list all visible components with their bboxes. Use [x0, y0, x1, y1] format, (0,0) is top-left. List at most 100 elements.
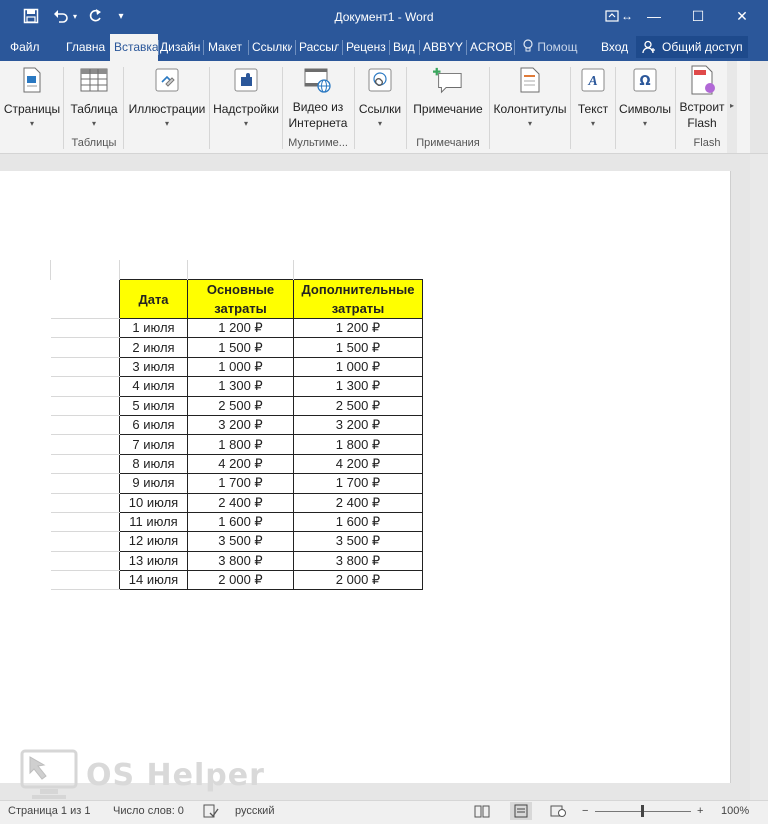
cell-date[interactable]: 9 июля [119, 473, 188, 494]
tab-abbyy[interactable]: ABBYY [423, 34, 465, 61]
tab-view[interactable]: Вид [393, 34, 417, 61]
cell-extra-cost[interactable]: 1 600 ₽ [293, 511, 423, 533]
cell-main-cost[interactable]: 1 000 ₽ [187, 356, 294, 378]
cell-extra-cost[interactable]: 1 800 ₽ [293, 434, 423, 455]
addins-button[interactable]: Надстройки ▾ [211, 63, 281, 129]
table-empty-cell[interactable] [50, 318, 120, 339]
table-empty-cell[interactable] [50, 434, 120, 455]
share-button[interactable]: Общий доступ [636, 36, 748, 58]
table-row[interactable]: 14 июля 2 000 ₽2 000 ₽ [50, 570, 423, 591]
word-count[interactable]: Число слов: 0 [113, 805, 184, 817]
table-row[interactable]: 10 июля 2 400 ₽2 400 ₽ [50, 492, 423, 513]
cell-main-cost[interactable]: 3 200 ₽ [187, 414, 294, 436]
illustrations-button[interactable]: Иллюстрации ▾ [126, 63, 208, 129]
tab-layout[interactable]: Макет [208, 34, 248, 61]
links-button[interactable]: Ссылки ▾ [356, 63, 404, 129]
table-row[interactable]: 4 июля 1 300 ₽1 300 ₽ [50, 376, 423, 397]
cell-main-cost[interactable]: 2 000 ₽ [187, 570, 294, 591]
table-row[interactable]: 13 июля 3 800 ₽3 800 ₽ [50, 550, 423, 572]
cell-extra-cost[interactable]: 1 300 ₽ [293, 376, 423, 397]
table-empty-cell[interactable] [50, 454, 120, 475]
table-empty-cell[interactable] [119, 260, 188, 280]
tab-home[interactable]: Главна [66, 34, 108, 61]
cell-main-cost[interactable]: 1 500 ₽ [187, 337, 294, 358]
cell-date[interactable]: 13 июля [119, 550, 188, 572]
web-layout-icon[interactable] [550, 804, 566, 821]
print-layout-icon[interactable] [510, 802, 532, 820]
read-mode-icon[interactable] [474, 804, 490, 821]
table-row[interactable]: 3 июля 1 000 ₽1 000 ₽ [50, 356, 423, 378]
cell-date[interactable]: 5 июля [119, 395, 188, 416]
header-footer-button[interactable]: Колонтитулы ▾ [491, 63, 569, 129]
table-row[interactable]: 9 июля 1 700 ₽1 700 ₽ [50, 473, 423, 494]
cell-main-cost[interactable]: 3 800 ₽ [187, 550, 294, 572]
cell-extra-cost[interactable]: 1 500 ₽ [293, 337, 423, 358]
cell-date[interactable]: 14 июля [119, 570, 188, 591]
table-empty-cell[interactable] [50, 396, 120, 416]
cell-extra-cost[interactable]: 1 700 ₽ [293, 473, 423, 494]
cell-main-cost[interactable]: 1 700 ₽ [187, 473, 294, 494]
zoom-slider-thumb[interactable] [641, 805, 644, 817]
zoom-out-button[interactable]: − [582, 805, 588, 817]
cell-main-cost[interactable]: 3 500 ₽ [187, 531, 294, 552]
table-button[interactable]: Таблица ▾ [66, 63, 122, 129]
tab-mailings[interactable]: Рассыл [299, 34, 339, 61]
zoom-in-button[interactable]: + [697, 805, 703, 817]
cell-main-cost[interactable]: 1 600 ₽ [187, 511, 294, 533]
cell-extra-cost[interactable]: 1 000 ₽ [293, 356, 423, 378]
cell-date[interactable]: 11 июля [119, 511, 188, 533]
online-video-button[interactable]: Видео из Интернета [284, 63, 352, 131]
document-page[interactable]: Дата Основные затраты Дополнительные зат… [0, 171, 731, 799]
table-row[interactable]: 11 июля 1 600 ₽1 600 ₽ [50, 511, 423, 533]
symbols-button[interactable]: Ω Символы ▾ [616, 63, 674, 129]
cell-main-cost[interactable]: 4 200 ₽ [187, 453, 294, 475]
cell-date[interactable]: 2 июля [119, 337, 188, 358]
cell-date[interactable]: 1 июля [119, 317, 188, 339]
cell-date[interactable]: 10 июля [119, 492, 188, 513]
cell-main-cost[interactable]: 1 300 ₽ [187, 376, 294, 397]
vertical-scrollbar[interactable] [750, 154, 768, 800]
cell-main-cost[interactable]: 1 800 ₽ [187, 434, 294, 455]
table-row[interactable]: 5 июля 2 500 ₽2 500 ₽ [50, 395, 423, 416]
cell-extra-cost[interactable]: 1 200 ₽ [293, 317, 423, 339]
signin-link[interactable]: Вход [601, 34, 631, 61]
proofing-icon[interactable] [203, 804, 219, 821]
cell-extra-cost[interactable]: 2 000 ₽ [293, 570, 423, 591]
table-empty-cell[interactable] [50, 570, 120, 591]
text-button[interactable]: A Текст ▾ [572, 63, 614, 129]
cell-extra-cost[interactable]: 2 500 ₽ [293, 395, 423, 416]
header-date[interactable]: Дата [119, 279, 188, 319]
page-count[interactable]: Страница 1 из 1 [8, 805, 90, 817]
table-row[interactable]: 1 июля 1 200 ₽1 200 ₽ [50, 317, 423, 339]
cell-date[interactable]: 4 июля [119, 376, 188, 397]
table-row[interactable]: 7 июля 1 800 ₽1 800 ₽ [50, 434, 423, 455]
tab-insert[interactable]: Вставка [110, 34, 158, 62]
cell-extra-cost[interactable]: 3 800 ₽ [293, 550, 423, 572]
table-empty-cell[interactable] [187, 260, 294, 280]
table-empty-cell[interactable] [50, 493, 120, 513]
cell-extra-cost[interactable]: 2 400 ₽ [293, 492, 423, 513]
expenses-table[interactable]: Дата Основные затраты Дополнительные зат… [50, 260, 423, 591]
close-button[interactable]: ✕ [720, 0, 764, 32]
embed-flash-button[interactable]: Встроит Flash [677, 63, 727, 131]
table-empty-cell[interactable] [50, 415, 120, 436]
table-row[interactable]: 2 июля 1 500 ₽1 500 ₽ [50, 337, 423, 358]
table-empty-cell[interactable] [50, 279, 120, 319]
cell-extra-cost[interactable]: 4 200 ₽ [293, 453, 423, 475]
cell-main-cost[interactable]: 2 500 ₽ [187, 395, 294, 416]
maximize-button[interactable]: ☐ [676, 0, 720, 32]
table-empty-cell[interactable] [50, 473, 120, 494]
tab-acrobat[interactable]: ACROB [470, 34, 512, 61]
header-extra-costs[interactable]: Дополнительные затраты [293, 279, 423, 319]
table-row[interactable]: 6 июля 3 200 ₽3 200 ₽ [50, 414, 423, 436]
table-empty-cell[interactable] [50, 551, 120, 572]
table-empty-cell[interactable] [50, 376, 120, 397]
table-empty-cell[interactable] [50, 512, 120, 533]
cell-date[interactable]: 3 июля [119, 356, 188, 378]
table-row[interactable]: 12 июля 3 500 ₽3 500 ₽ [50, 531, 423, 552]
cell-extra-cost[interactable]: 3 200 ₽ [293, 414, 423, 436]
tab-review[interactable]: Реценз [346, 34, 388, 61]
pages-button[interactable]: Страницы ▾ [2, 63, 62, 129]
cell-date[interactable]: 12 июля [119, 531, 188, 552]
tab-references[interactable]: Ссылки [252, 34, 292, 61]
